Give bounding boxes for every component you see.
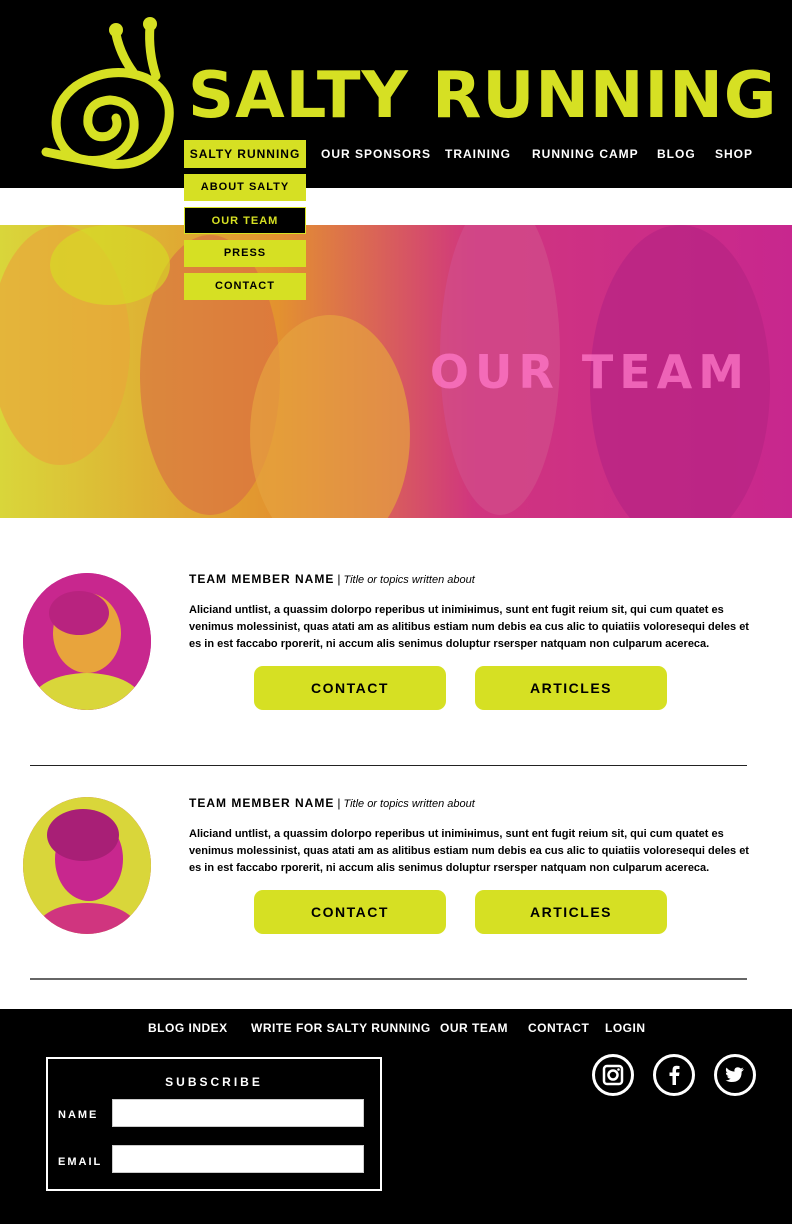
subscribe-title: SUBSCRIBE xyxy=(165,1075,263,1089)
footer-contact[interactable]: CONTACT xyxy=(528,1021,589,1035)
member-photo xyxy=(23,797,151,934)
avatar xyxy=(23,797,151,934)
member-bio: Aliciand untlist, a quassim dolorpo repe… xyxy=(189,604,749,650)
name-field[interactable] xyxy=(112,1099,364,1127)
contact-button[interactable]: CONTACT xyxy=(254,890,446,934)
member-name: TEAM MEMBER NAME xyxy=(189,572,335,586)
twitter-glyph xyxy=(725,1067,744,1082)
hero-title: OUR TEAM xyxy=(429,345,750,399)
member-heading: TEAM MEMBER NAME | Title or topics written… xyxy=(189,572,475,586)
nav-training[interactable]: TRAINING xyxy=(445,140,511,168)
hero-banner: OUR TEAM xyxy=(0,225,792,518)
member-separator: | xyxy=(337,796,341,810)
member-title: Title or topics written about xyxy=(343,574,475,586)
footer-write-for-salty[interactable]: WRITE FOR SALTY RUNNING xyxy=(251,1021,431,1035)
nav-running-camp[interactable]: RUNNING CAMP xyxy=(532,140,639,168)
snail-logo-icon[interactable] xyxy=(38,14,180,174)
site-footer: BLOG INDEX WRITE FOR SALTY RUNNING OUR T… xyxy=(0,1009,792,1224)
member-separator: | xyxy=(337,572,341,586)
footer-our-team[interactable]: OUR TEAM xyxy=(440,1021,508,1035)
footer-blog-index[interactable]: BLOG INDEX xyxy=(148,1021,228,1035)
name-label: NAME xyxy=(58,1109,99,1121)
site-title[interactable]: SALTY RUNNING xyxy=(188,60,777,132)
dropdown-contact[interactable]: CONTACT xyxy=(184,273,306,300)
instagram-glyph xyxy=(602,1064,624,1086)
instagram-icon[interactable] xyxy=(592,1054,634,1096)
nav-blog[interactable]: BLOG xyxy=(657,140,696,168)
nav-our-sponsors[interactable]: OUR SPONSORS xyxy=(321,140,431,168)
site-header: SALTY RUNNING SALTY RUNNING OUR SPONSORS… xyxy=(0,0,792,188)
member-heading: TEAM MEMBER NAME | Title or topics written… xyxy=(189,796,475,810)
email-label: EMAIL xyxy=(58,1156,103,1168)
dropdown-press[interactable]: PRESS xyxy=(184,240,306,267)
dropdown-our-team[interactable]: OUR TEAM xyxy=(184,207,306,234)
member-photo xyxy=(23,573,151,710)
dropdown-about-salty[interactable]: ABOUT SALTY xyxy=(184,174,306,201)
articles-button[interactable]: ARTICLES xyxy=(475,890,667,934)
member-title: Title or topics written about xyxy=(343,798,475,810)
nav-salty-running[interactable]: SALTY RUNNING xyxy=(184,140,306,168)
divider xyxy=(30,765,747,766)
articles-button[interactable]: ARTICLES xyxy=(475,666,667,710)
contact-button[interactable]: CONTACT xyxy=(254,666,446,710)
facebook-icon[interactable] xyxy=(653,1054,695,1096)
divider xyxy=(30,978,747,980)
email-field[interactable] xyxy=(112,1145,364,1173)
footer-login[interactable]: LOGIN xyxy=(605,1021,646,1035)
member-bio: Aliciand untlist, a quassim dolorpo repe… xyxy=(189,828,749,874)
nav-shop[interactable]: SHOP xyxy=(715,140,753,168)
subscribe-form: SUBSCRIBE NAME EMAIL xyxy=(46,1057,382,1191)
twitter-icon[interactable] xyxy=(714,1054,756,1096)
facebook-glyph xyxy=(669,1065,680,1085)
member-name: TEAM MEMBER NAME xyxy=(189,796,335,810)
avatar xyxy=(23,573,151,710)
